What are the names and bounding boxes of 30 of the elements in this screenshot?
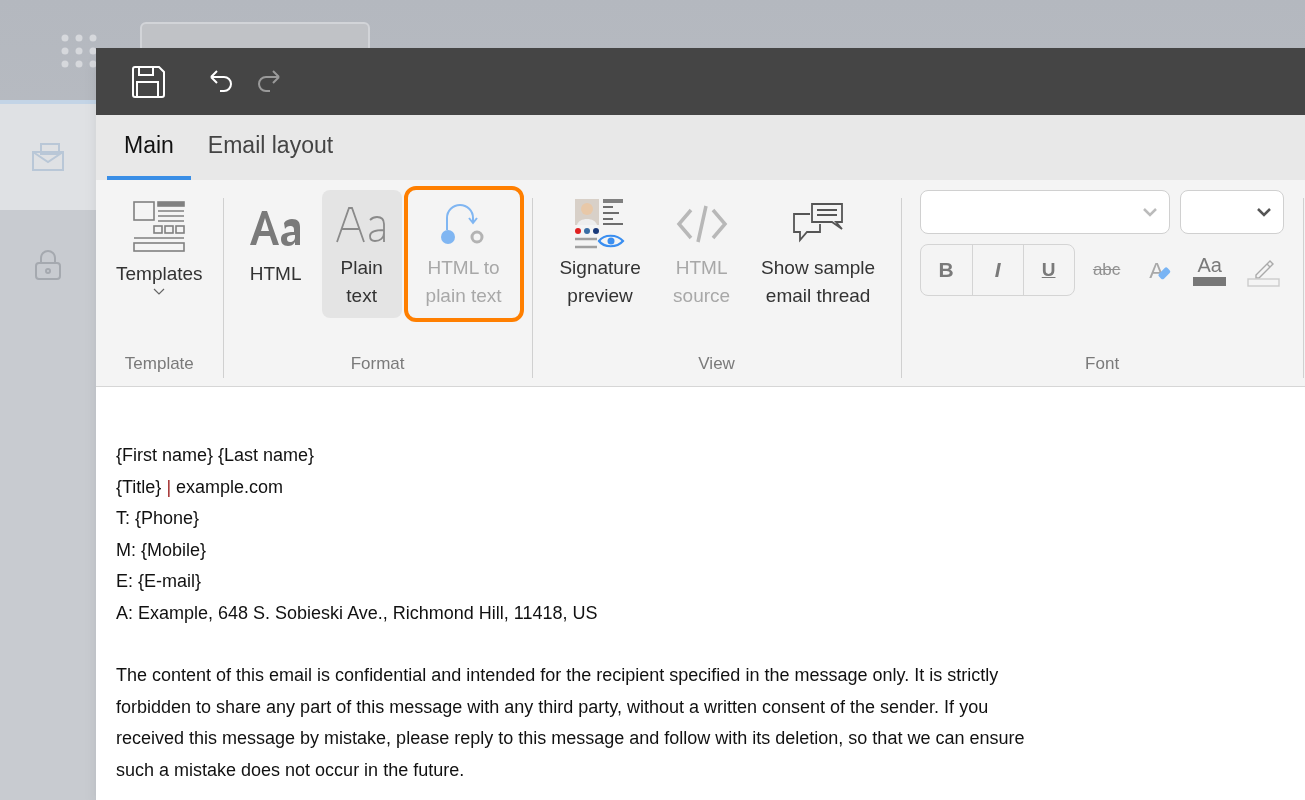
ribbon-button[interactable]: Signature preview xyxy=(544,190,656,318)
signature-line: {First name} {Last name} xyxy=(116,444,315,467)
app-grid-icon xyxy=(61,34,97,68)
underline-button[interactable]: U xyxy=(1022,245,1074,295)
bold-button[interactable]: B xyxy=(920,245,972,295)
ribbon-button[interactable]: Show sample email thread xyxy=(747,190,889,318)
group-label: Font xyxy=(1085,352,1120,375)
layout-icon xyxy=(132,200,187,254)
mail-icon xyxy=(31,142,65,172)
signature-line: {Title} | example.com xyxy=(116,475,284,499)
templates-dropdown[interactable]: Templates xyxy=(108,190,211,318)
group-label: Format xyxy=(350,352,405,375)
group-label: View xyxy=(698,352,735,375)
color-bar xyxy=(1193,276,1227,286)
sidebar-item[interactable] xyxy=(0,100,96,210)
ribbon-button[interactable]: Plain text xyxy=(321,190,402,318)
signature-line: M: {Mobile} xyxy=(116,538,207,562)
tab[interactable]: Email layout xyxy=(190,115,351,180)
signature-line: T: {Phone} xyxy=(116,507,200,530)
ribbon-button[interactable]: HTML xyxy=(235,190,316,318)
signature-line: A: Example, 648 S. Sobieski Ave., Richmond Hill, 11418, US xyxy=(116,601,598,625)
group-label: Template xyxy=(124,352,194,375)
font-family-select[interactable] xyxy=(920,190,1171,234)
italic-button[interactable]: I xyxy=(971,245,1023,295)
font-size-select[interactable] xyxy=(1180,190,1285,234)
disclaimer-text: The content of this email is confidential and intended for the recipient specified in the message only. It is strictly forbidden to share any part of this message with any third party, without a written consent of the sender. If you received this message by mistake, please reply to this message and follow with its deletion, so that we can ensure such a mistake does not occur in the future. xyxy=(116,664,1026,782)
font-color-button[interactable]: Aa xyxy=(1184,245,1235,295)
signature-line: E: {E-mail} xyxy=(116,570,202,593)
strikethrough-button[interactable]: abc xyxy=(1084,245,1129,295)
lock-icon xyxy=(33,249,63,281)
